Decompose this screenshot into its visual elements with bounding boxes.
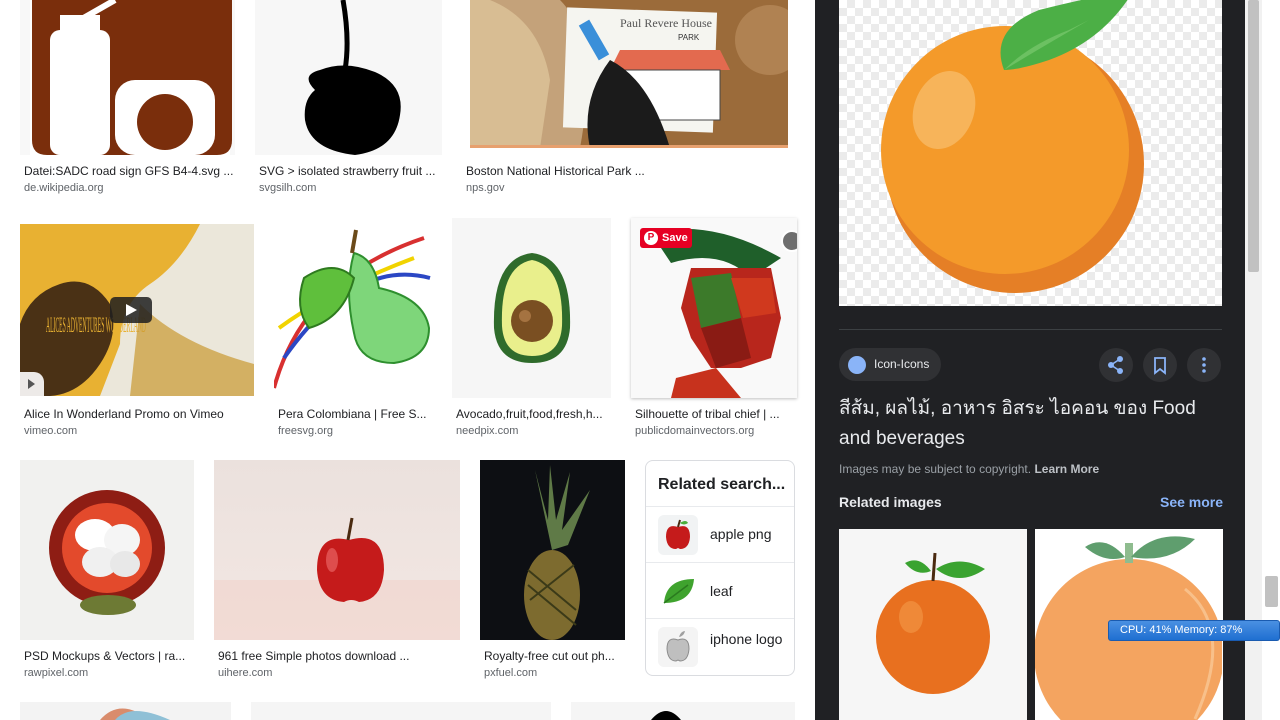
coloring-page-subtitle: PARK [678, 33, 700, 42]
result-domain: nps.gov [466, 182, 505, 194]
related-search-leaf[interactable]: leaf [646, 562, 794, 618]
result-card[interactable]: SVG > isolated strawberry fruit ... svgs… [255, 0, 442, 200]
result-thumbnail[interactable]: Paul Revere House PARK [470, 0, 788, 148]
result-card[interactable]: Royalty-free cut out ph... pxfuel.com [480, 460, 625, 684]
coloring-page-photo: Paul Revere House PARK [470, 0, 788, 148]
related-search-label: leaf [710, 583, 733, 599]
result-thumbnail[interactable] [480, 460, 625, 640]
visual-search-icon[interactable] [781, 230, 797, 252]
related-images-heading: Related images [839, 494, 942, 510]
image-preview-panel: Icon-Icons สีส้ม, ผลไม้, อาหาร อิสระ ไอค… [815, 0, 1245, 720]
result-thumbnail[interactable] [20, 0, 235, 155]
coloring-page-title: Paul Revere House [620, 16, 712, 30]
result-caption[interactable]: SVG > isolated strawberry fruit ... [259, 164, 442, 178]
red-apple-photo [214, 517, 460, 640]
source-chip[interactable]: Icon-Icons [839, 348, 941, 381]
pinterest-save-button[interactable]: P Save [640, 228, 692, 248]
result-card[interactable]: 961 free Simple photos download ... uihe… [214, 460, 460, 684]
panel-scrollbar-thumb[interactable] [1248, 0, 1259, 272]
result-card[interactable]: Datei:SADC road sign GFS B4-4.svg ... de… [20, 0, 235, 200]
result-card[interactable]: P Save Silhouette of tribal chief | ... … [631, 218, 797, 442]
related-searches-card: Related search... apple png leaf iphone … [645, 460, 795, 676]
strawberry-silhouette-image [304, 0, 401, 155]
save-bookmark-button[interactable] [1143, 348, 1177, 382]
result-caption[interactable]: Avocado,fruit,food,fresh,h... [456, 407, 611, 421]
related-search-label: apple png [710, 526, 772, 542]
video-play-icon[interactable] [110, 297, 152, 323]
save-label: Save [662, 232, 688, 244]
bookmark-icon [1154, 357, 1166, 375]
result-caption[interactable]: Royalty-free cut out ph... [484, 649, 625, 663]
preview-image[interactable] [839, 0, 1222, 306]
source-name: Icon-Icons [874, 357, 930, 371]
result-domain: uihere.com [218, 667, 273, 679]
orange-icon-image [881, 0, 1144, 293]
apple-icon [658, 515, 698, 555]
panel-divider [839, 329, 1222, 330]
result-domain: pxfuel.com [484, 667, 538, 679]
globe-icon [848, 356, 866, 374]
result-domain: freesvg.org [278, 425, 334, 437]
result-card[interactable]: Pera Colombiana | Free S... freesvg.org [274, 218, 432, 442]
result-domain: vimeo.com [24, 425, 78, 437]
see-more-link[interactable]: See more [1160, 494, 1223, 510]
result-thumbnail-partial[interactable] [251, 702, 551, 720]
image-title[interactable]: สีส้ม, ผลไม้, อาหาร อิสระ ไอคอน ของ Food… [839, 394, 1222, 454]
result-card[interactable]: ALICES ADVENTURES WONDERLAND Alice In Wo… [20, 218, 254, 442]
result-thumbnail[interactable] [274, 218, 432, 398]
result-caption[interactable]: Datei:SADC road sign GFS B4-4.svg ... [24, 164, 234, 178]
leaf-icon [658, 571, 698, 611]
result-caption[interactable]: PSD Mockups & Vectors | ra... [24, 649, 192, 663]
road-sign-image [30, 0, 232, 155]
result-card[interactable]: Avocado,fruit,food,fresh,h... needpix.co… [452, 218, 611, 442]
related-image[interactable] [839, 529, 1027, 720]
result-thumbnail[interactable] [214, 460, 460, 640]
result-domain: needpix.com [456, 425, 519, 437]
result-caption[interactable]: Boston National Historical Park ... [466, 164, 784, 178]
result-thumbnail[interactable]: P Save [631, 218, 797, 398]
related-search-iphone-logo[interactable]: iphone logo [646, 618, 794, 674]
copyright-notice: Images may be subject to copyright. Lear… [839, 462, 1099, 476]
result-caption[interactable]: Alice In Wonderland Promo on Vimeo [24, 407, 254, 421]
related-search-label: iphone logo [710, 631, 783, 647]
related-searches-title: Related search... [658, 476, 786, 493]
more-vert-icon [1202, 357, 1206, 373]
image-results-grid: Datei:SADC road sign GFS B4-4.svg ... de… [0, 0, 815, 720]
pineapple-photo [524, 465, 590, 640]
result-domain: de.wikipedia.org [24, 182, 104, 194]
result-card[interactable]: PSD Mockups & Vectors | ra... rawpixel.c… [20, 460, 194, 684]
mangosteen-image [49, 490, 165, 615]
pear-image [274, 229, 431, 389]
result-thumbnail-partial[interactable] [571, 702, 795, 720]
result-caption[interactable]: 961 free Simple photos download ... [218, 649, 458, 663]
cpu-memory-widget: CPU: 41% Memory: 87% [1108, 620, 1280, 641]
learn-more-link[interactable]: Learn More [1034, 462, 1099, 476]
result-domain: publicdomainvectors.org [635, 425, 755, 437]
result-domain: rawpixel.com [24, 667, 89, 679]
result-thumbnail-partial[interactable] [20, 702, 231, 720]
share-icon [1108, 356, 1123, 374]
copyright-text: Images may be subject to copyright. [839, 462, 1032, 476]
orange-icon-thumbnail [876, 552, 990, 694]
result-thumbnail[interactable] [255, 0, 442, 155]
result-thumbnail[interactable] [452, 218, 611, 398]
result-thumbnail[interactable] [20, 460, 194, 640]
result-domain: svgsilh.com [259, 182, 317, 194]
result-caption[interactable]: Pera Colombiana | Free S... [278, 407, 432, 421]
related-search-apple-png[interactable]: apple png [646, 506, 794, 562]
result-caption[interactable]: Silhouette of tribal chief | ... [635, 407, 795, 421]
pinterest-icon: P [644, 231, 658, 245]
page-scrollbar-thumb[interactable] [1265, 576, 1278, 607]
share-button[interactable] [1099, 348, 1133, 382]
result-thumbnail[interactable]: ALICES ADVENTURES WONDERLAND [20, 224, 254, 396]
avocado-image [493, 253, 571, 363]
more-options-button[interactable] [1187, 348, 1221, 382]
video-badge-icon [20, 372, 44, 396]
result-card[interactable]: Paul Revere House PARK Boston National H… [466, 0, 788, 200]
apple-logo-icon [658, 627, 698, 667]
